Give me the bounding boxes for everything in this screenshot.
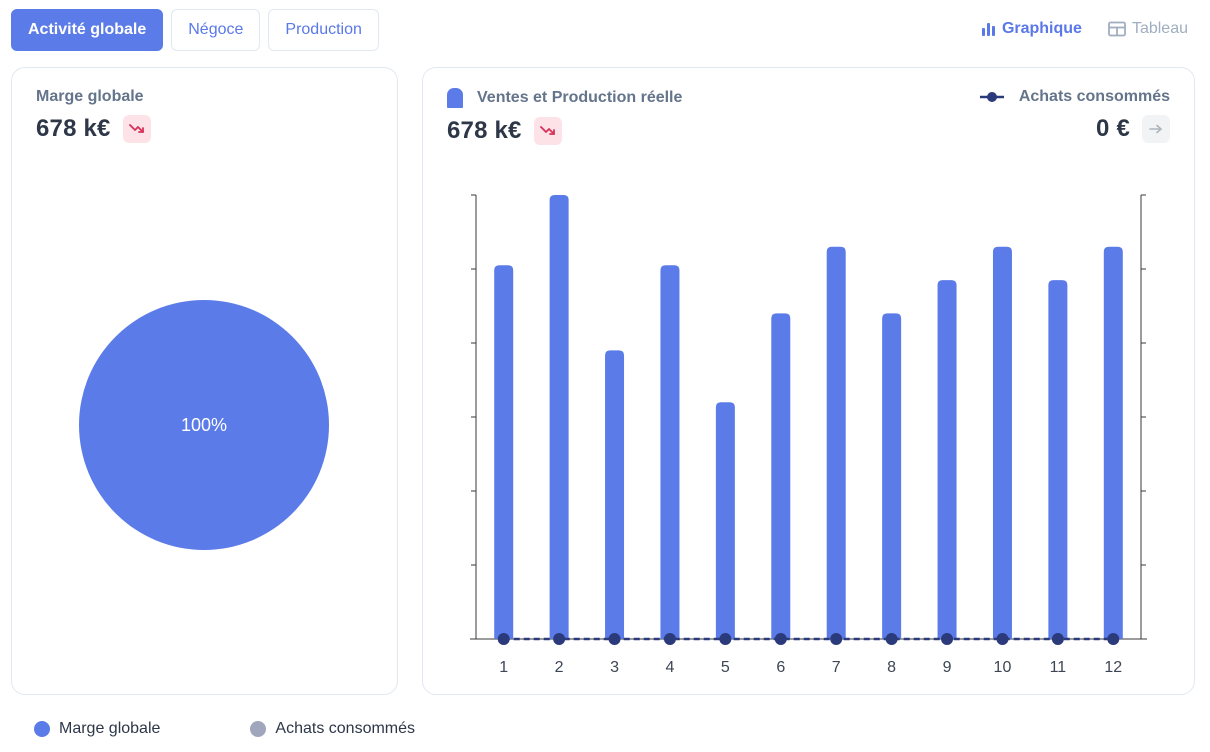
bar-12[interactable]: [1103, 246, 1123, 640]
x-tick-label: 4: [666, 659, 675, 676]
legend-dot-achats-consommes: [250, 721, 267, 737]
bar-4[interactable]: [660, 265, 680, 639]
line-point-4[interactable]: [663, 633, 676, 645]
bar-line-chart: 1 2 3 4 5 6 7 8 9 10 11 12: [470, 194, 1147, 676]
line-point-2[interactable]: [553, 633, 566, 645]
pie-slice-label: 100%: [181, 415, 227, 435]
tableau-label: Tableau: [1131, 20, 1188, 37]
x-tick-label: 9: [943, 659, 952, 676]
bar-5[interactable]: [715, 402, 735, 639]
view-toggle: Graphique Tableau: [981, 20, 1188, 38]
x-tick-label: 5: [721, 659, 730, 676]
bar-6[interactable]: [771, 313, 791, 639]
chart-legend: Marge globale Achats consommés: [34, 720, 415, 738]
ventes-achats-card: Ventes et Production réelle 678 k€ Achat…: [422, 67, 1195, 695]
marge-globale-value: 678 k€: [36, 115, 111, 142]
x-tick-label: 3: [610, 659, 619, 676]
graphique-button[interactable]: Graphique: [981, 20, 1082, 38]
tab-negoce[interactable]: Négoce: [171, 9, 261, 51]
bar-chart-icon: [981, 23, 995, 36]
line-point-8[interactable]: [885, 633, 898, 645]
x-tick-label: 6: [776, 659, 785, 676]
legend-label-achats-consommes: Achats consommés: [275, 720, 416, 737]
bar-3[interactable]: [605, 350, 625, 639]
x-tick-label: 1: [499, 659, 508, 676]
graphique-label: Graphique: [1001, 20, 1082, 37]
bar-1[interactable]: [494, 265, 514, 639]
trend-down-badge: [122, 115, 151, 143]
line-point-6[interactable]: [774, 633, 787, 645]
x-tick-label: 10: [994, 659, 1012, 676]
line-point-10[interactable]: [996, 633, 1009, 645]
tab-production[interactable]: Production: [268, 9, 379, 51]
marge-globale-label: Marge globale: [36, 88, 144, 105]
x-tick-label: 12: [1104, 659, 1122, 676]
line-point-1[interactable]: [497, 633, 510, 645]
tab-bar: Activité globale Négoce Production: [11, 9, 379, 51]
trend-down-icon: [128, 124, 144, 133]
legend-dot-marge-globale: [34, 721, 50, 737]
bar-8[interactable]: [882, 313, 902, 639]
line-point-11[interactable]: [1051, 633, 1064, 645]
line-point-5[interactable]: [719, 633, 732, 645]
bar-2[interactable]: [549, 195, 569, 639]
legend-item-marge-globale[interactable]: Marge globale: [34, 720, 160, 738]
table-icon: [1108, 21, 1126, 37]
legend-item-achats-consommes[interactable]: Achats consommés: [250, 720, 415, 738]
line-point-9[interactable]: [941, 633, 954, 645]
legend-label-marge-globale: Marge globale: [59, 720, 161, 737]
pie-chart: 100%: [78, 299, 330, 551]
line-point-3[interactable]: [608, 633, 621, 645]
bar-7[interactable]: [826, 246, 846, 640]
marge-globale-card: Marge globale 678 k€ 100%: [11, 67, 398, 695]
bar-10[interactable]: [992, 246, 1012, 640]
x-tick-label: 11: [1050, 659, 1067, 676]
tab-activite-globale[interactable]: Activité globale: [11, 9, 164, 51]
x-tick-label: 7: [832, 659, 841, 676]
bar-9[interactable]: [937, 280, 957, 639]
x-tick-label: 2: [555, 659, 564, 676]
tableau-button[interactable]: Tableau: [1108, 20, 1188, 38]
line-point-12[interactable]: [1107, 633, 1120, 645]
x-tick-label: 8: [887, 659, 896, 676]
line-point-7[interactable]: [830, 633, 843, 645]
bar-11[interactable]: [1048, 280, 1068, 639]
